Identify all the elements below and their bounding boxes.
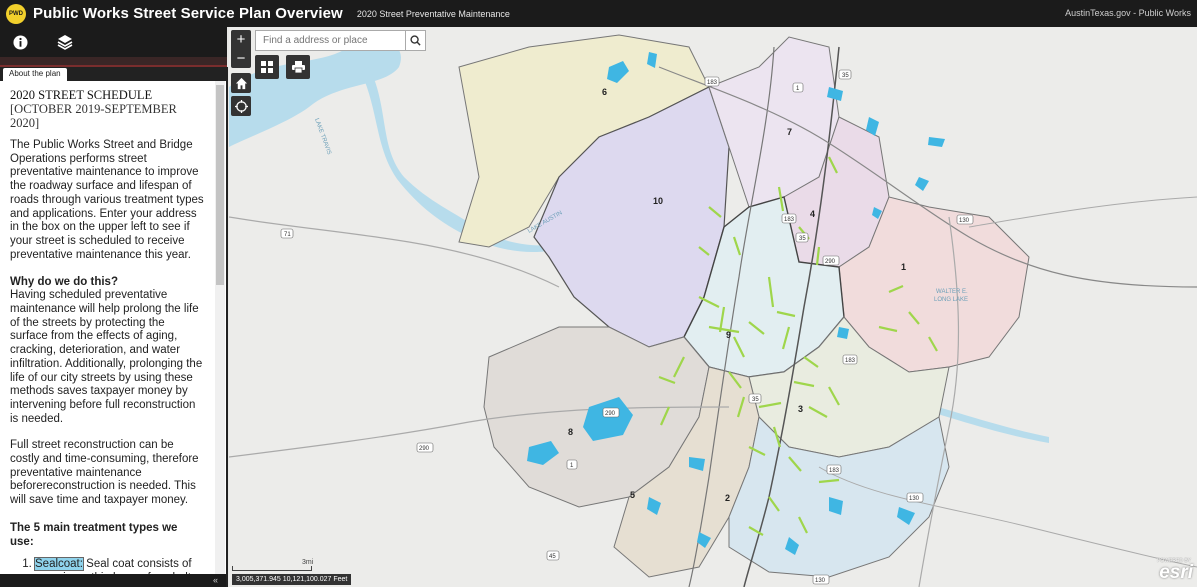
shield-label: 183 (784, 217, 795, 223)
shield-label: 183 (829, 468, 840, 474)
search-button[interactable] (405, 31, 425, 50)
zoom-out-button[interactable]: − (231, 49, 251, 68)
basemap: 6 10 7 4 1 9 3 8 5 2 LAKE TRAVIS LAKE AU… (229, 34, 1197, 587)
header-link[interactable]: AustinTexas.gov - Public Works (1065, 8, 1191, 18)
district-label-8: 8 (568, 427, 573, 437)
search-icon (410, 35, 421, 46)
app-title: Public Works Street Service Plan Overvie… (33, 5, 343, 22)
scale-line (232, 566, 312, 571)
shield-label: 35 (799, 236, 806, 242)
road-east (968, 196, 1197, 228)
shield-label: 35 (752, 397, 759, 403)
panel-toolbar (0, 27, 227, 57)
map-view[interactable]: 6 10 7 4 1 9 3 8 5 2 LAKE TRAVIS LAKE AU… (229, 27, 1197, 587)
app-header: PWD Public Works Street Service Plan Ove… (0, 0, 1197, 27)
layers-icon[interactable] (54, 31, 76, 53)
address-search (255, 30, 426, 51)
sealcoat-term[interactable]: Sealcoat: (34, 556, 84, 571)
shield-label: 130 (959, 218, 970, 224)
pwd-logo: PWD (6, 3, 26, 24)
collapse-panel-button[interactable]: « (0, 574, 226, 587)
home-button[interactable] (231, 73, 251, 93)
treatment-list: Sealcoat: Seal coat consists of spraying… (10, 556, 204, 574)
search-input[interactable] (256, 31, 405, 50)
print-icon (291, 61, 305, 74)
why-paragraph: Having scheduled preventative maintenanc… (10, 289, 203, 425)
district-label-9: 9 (726, 330, 731, 340)
panel-scrollbar[interactable] (215, 81, 225, 574)
side-panel: About the plan 2020 STREET SCHEDULE [OCT… (0, 67, 228, 587)
zoom-control: + − (231, 30, 251, 68)
district-label-4: 4 (810, 209, 815, 219)
intro-paragraph: The Public Works Street and Bridge Opera… (10, 139, 204, 261)
long-lake-label-1: WALTER E. (936, 289, 968, 295)
reconstruction-paragraph: Full street reconstruction can be costly… (10, 439, 199, 507)
lake-travis-label: LAKE TRAVIS (313, 118, 332, 156)
locate-button[interactable] (231, 96, 251, 116)
panel-content: 2020 STREET SCHEDULE [OCTOBER 2019-SEPTE… (0, 81, 214, 574)
tab-about-the-plan[interactable]: About the plan (3, 68, 67, 81)
coordinate-readout: 3,005,371.945 10,121,100.027 Feet (232, 574, 352, 585)
district-label-2: 2 (725, 493, 730, 503)
shield-label: 130 (909, 496, 920, 502)
print-button[interactable] (286, 55, 310, 79)
district-label-3: 3 (798, 404, 803, 414)
long-lake-label-2: LONG LAKE (934, 297, 968, 303)
shield-label: 183 (707, 80, 718, 86)
district-label-10: 10 (653, 196, 663, 206)
panel-tabs: About the plan (0, 67, 226, 81)
list-item: Sealcoat: Seal coat consists of spraying… (34, 556, 204, 574)
zoom-in-button[interactable]: + (231, 30, 251, 49)
shield-label: 183 (845, 358, 856, 364)
shield-label: 71 (284, 232, 291, 238)
schedule-heading: 2020 STREET SCHEDULE (10, 88, 153, 102)
district-label-7: 7 (787, 127, 792, 137)
info-icon[interactable] (9, 31, 31, 53)
scrollbar-thumb[interactable] (216, 85, 224, 285)
panel-divider (0, 57, 227, 67)
schedule-dates: [OCTOBER 2019-SEPTEMBER 2020] (10, 102, 177, 130)
shield-label: 290 (605, 411, 616, 417)
esri-logo[interactable]: esri (1159, 562, 1193, 584)
scale-bar: 3mi (232, 559, 313, 571)
district-label-1: 1 (901, 262, 906, 272)
shield-label: 290 (825, 259, 836, 265)
locate-icon (234, 99, 248, 113)
grid-icon (261, 61, 273, 73)
scale-label: 3mi (302, 559, 314, 566)
basemap-gallery-button[interactable] (255, 55, 279, 79)
shield-label: 290 (419, 446, 430, 452)
app-subtitle: 2020 Street Preventative Maintenance (356, 8, 510, 19)
shield-label: 130 (815, 578, 826, 584)
shield-label: 45 (549, 554, 556, 560)
shield-label: 35 (842, 73, 849, 79)
district-label-6: 6 (602, 87, 607, 97)
home-icon (235, 77, 247, 89)
treatment-types-heading: The 5 main treatment types we use: (10, 521, 178, 548)
why-heading: Why do we do this? (10, 276, 118, 289)
district-label-5: 5 (630, 490, 635, 500)
